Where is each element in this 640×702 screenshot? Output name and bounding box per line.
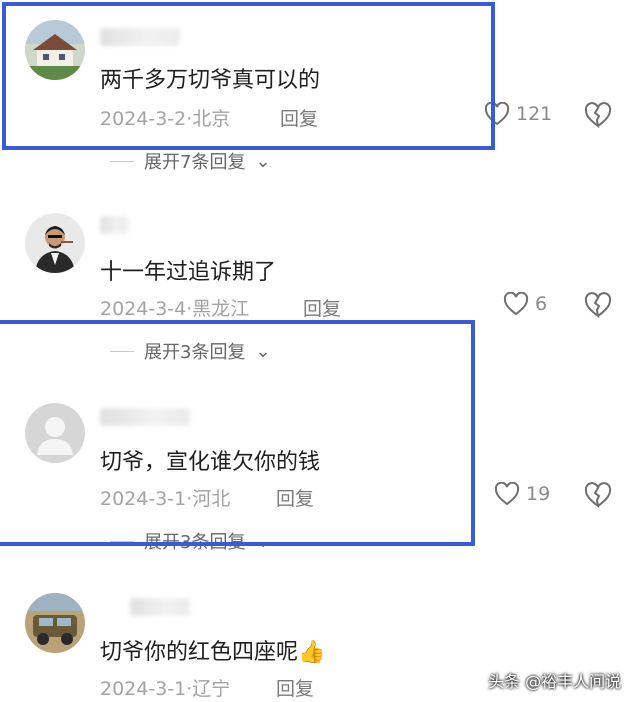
- comment-date: 2024-3-1: [100, 488, 187, 510]
- comment-text: 两千多万切爷真可以的: [100, 68, 321, 93]
- divider-line: [110, 540, 134, 542]
- like-count: 19: [526, 483, 551, 505]
- comment-date: 2024-3-4: [100, 298, 187, 320]
- watermark: 头条 @裕丰人间说: [488, 672, 622, 691]
- comment-text: 切爷，宣化谁欠你的钱: [100, 450, 321, 475]
- username-blurred: [100, 216, 128, 234]
- comment-meta: 2024-3-2·北京: [100, 104, 230, 131]
- comment-text: 切爷你的红色四座呢👍: [100, 634, 325, 666]
- expand-replies-label: 展开3条回复: [144, 532, 246, 553]
- comment-text: 十一年过追诉期了: [100, 260, 277, 285]
- divider-line: [110, 350, 134, 352]
- chevron-down-icon: ⌄: [255, 150, 271, 172]
- chevron-down-icon: ⌄: [255, 340, 271, 362]
- comment-location: 北京: [192, 108, 231, 130]
- comment-meta: 2024-3-1·辽宁: [100, 674, 230, 701]
- broken-heart-icon[interactable]: [584, 482, 612, 508]
- man-suit-avatar[interactable]: [25, 213, 85, 273]
- expand-replies-button[interactable]: 展开3条回复 ⌄: [110, 528, 271, 554]
- reply-button[interactable]: 回复: [303, 294, 341, 321]
- thumbs-up-emoji: 👍: [298, 640, 326, 665]
- expand-replies-button[interactable]: 展开7条回复 ⌄: [110, 148, 271, 174]
- broken-heart-icon[interactable]: [584, 292, 612, 318]
- username-blurred: [100, 28, 180, 46]
- expand-replies-label: 展开3条回复: [144, 342, 246, 363]
- like-count: 6: [535, 293, 548, 315]
- expand-replies-label: 展开7条回复: [144, 152, 246, 173]
- divider-line: [110, 160, 134, 162]
- heart-icon: [484, 102, 510, 126]
- car-photo-avatar[interactable]: [25, 593, 85, 653]
- comment-location: 河北: [192, 488, 231, 510]
- like-button[interactable]: 121: [484, 102, 552, 126]
- house-photo-avatar[interactable]: [25, 20, 85, 80]
- reply-button[interactable]: 回复: [276, 484, 314, 511]
- heart-icon: [494, 482, 520, 506]
- like-button[interactable]: 6: [503, 292, 547, 316]
- comment-meta: 2024-3-1·河北: [100, 484, 230, 511]
- username-blurred: [100, 408, 190, 426]
- comment-text-content: 切爷你的红色四座呢: [100, 640, 299, 665]
- expand-replies-button[interactable]: 展开3条回复 ⌄: [110, 338, 271, 364]
- broken-heart-icon[interactable]: [584, 102, 612, 128]
- chevron-down-icon: ⌄: [255, 530, 271, 552]
- username-blurred: [130, 598, 190, 616]
- comment-date: 2024-3-2: [100, 108, 187, 130]
- default-user-avatar[interactable]: [25, 403, 85, 463]
- comment-date: 2024-3-1: [100, 678, 187, 700]
- comment-location: 黑龙江: [192, 298, 250, 320]
- reply-button[interactable]: 回复: [280, 104, 318, 131]
- like-count: 121: [516, 103, 553, 125]
- like-button[interactable]: 19: [494, 482, 550, 506]
- comment-meta: 2024-3-4·黑龙江: [100, 294, 249, 321]
- heart-icon: [503, 292, 529, 316]
- reply-button[interactable]: 回复: [276, 674, 314, 701]
- comment-location: 辽宁: [192, 678, 231, 700]
